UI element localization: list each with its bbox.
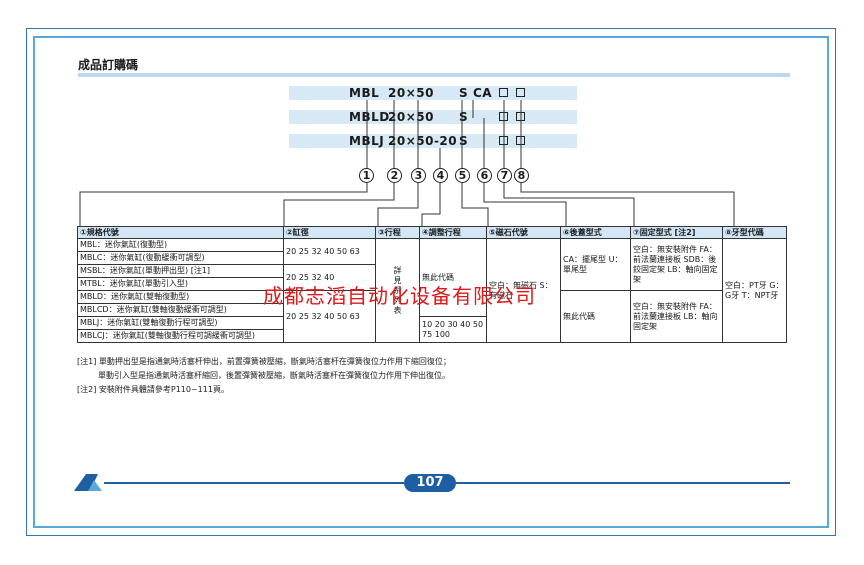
model-cell: MTBL：迷你氣缸(單動引入型) (77, 277, 284, 291)
model-cell: MBLJ：迷你氣缸(雙軸復動行程可調型) (77, 316, 284, 330)
mount-cell: 空白：無安裝附件 FA：前法蘭連接板 SDB：後鉸固定架 LB：軸向固定架 (630, 238, 723, 291)
circle-number: 8 (514, 168, 529, 183)
circle-number: 2 (387, 168, 402, 183)
circle-number: 4 (433, 168, 448, 183)
header-mount: ⑦固定型式 [注2] (630, 226, 723, 239)
rear-cover-cell: CA：擺尾型 U：單尾型 (560, 238, 631, 291)
model-cell: MBLCJ：迷你氣缸(雙軸復動行程可調緩衝可調型) (77, 329, 284, 343)
header-bore: ②缸徑 (283, 226, 376, 239)
model-cell: MBLD：迷你氣缸(雙軸復動型) (77, 290, 284, 304)
model-cell: MBLCD：迷你氣缸(雙軸復動緩衝可調型) (77, 303, 284, 317)
header-rear-cover: ⑥後蓋型式 (560, 226, 631, 239)
bore-cell: 20 25 32 40 50 63 (283, 238, 376, 265)
header-spec-code: ①規格代號 (77, 226, 284, 239)
model-cell: MBLC：迷你氣缸(復動緩衝可調型) (77, 251, 284, 265)
note-1: [注1] 單動押出型是指通氣時活塞杆伸出，前置彈簧被壓縮，斷氣時活塞杆在彈簧復位… (77, 357, 451, 366)
footer-rule-right (456, 482, 790, 484)
circle-number: 6 (477, 168, 492, 183)
circle-number: 3 (411, 168, 426, 183)
page-number: 107 (404, 474, 456, 492)
adjust-cell: 10 20 30 40 50 75 100 (419, 316, 487, 343)
thread-cell: 空白：PT牙 G：G牙 T：NPT牙 (722, 238, 787, 343)
header-thread: ⑧牙型代碼 (722, 226, 787, 239)
model-cell: MSBL：迷你氣缸(單動押出型) [注1] (77, 264, 284, 278)
footer-rule-left (104, 482, 404, 484)
rear-cover-cell: 無此代碼 (560, 290, 631, 343)
circle-number: 5 (455, 168, 470, 183)
circle-number: 1 (359, 168, 374, 183)
mount-cell: 空白：無安裝附件 FA：前法蘭連接板 LB：軸向固定架 (630, 290, 723, 343)
note-1-cont: 單動引入型是指通氣時活塞杆縮回，後置彈簧被壓縮，斷氣時活塞杆在彈簧復位力作用下伸… (98, 371, 450, 380)
note-2: [注2] 安裝附件具體請參考P110~111頁。 (77, 385, 229, 394)
header-adjust-stroke: ④調整行程 (419, 226, 487, 239)
circle-number: 7 (497, 168, 512, 183)
header-magnet: ⑤磁石代號 (486, 226, 561, 239)
watermark: 成都志滔自动化设备有限公司 (263, 284, 536, 308)
brand-logo-icon (74, 474, 102, 491)
header-stroke: ③行程 (375, 226, 420, 239)
model-cell: MBL：迷你氣缸(復動型) (77, 238, 284, 252)
